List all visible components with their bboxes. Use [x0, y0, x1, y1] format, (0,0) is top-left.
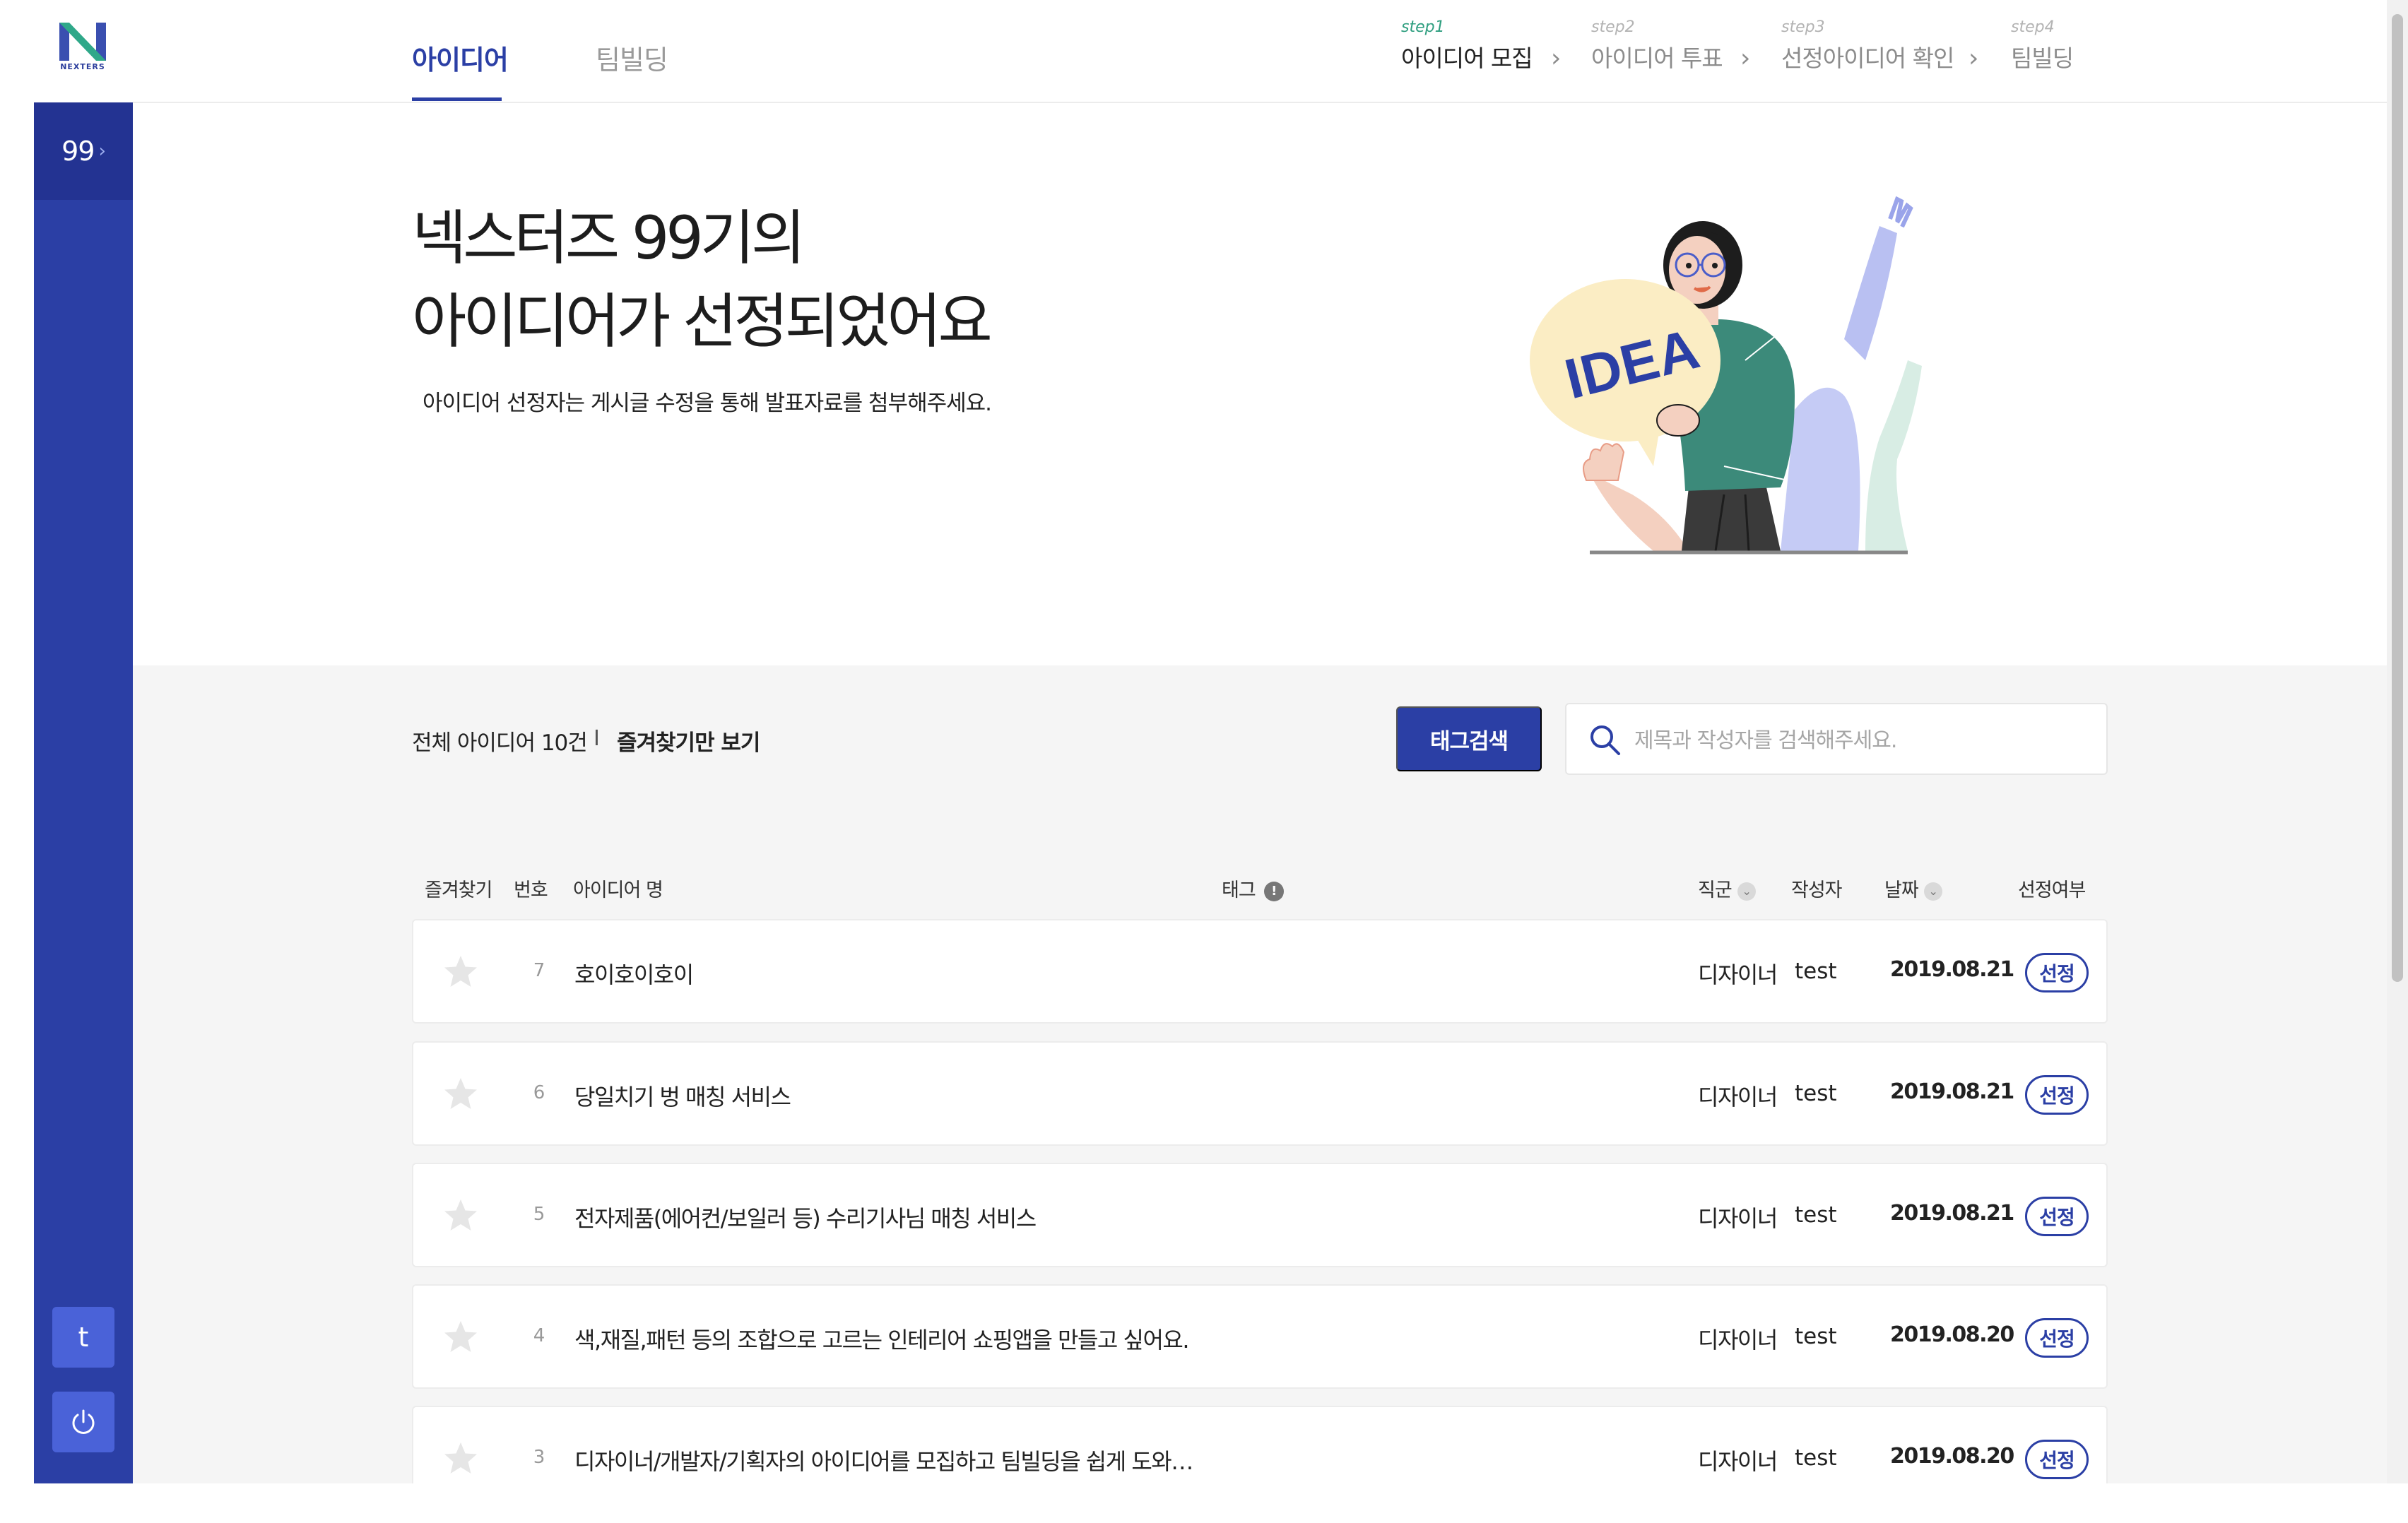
selected-badge: 선정: [2025, 1440, 2089, 1479]
row-number: 4: [533, 1325, 545, 1346]
logout-button[interactable]: [52, 1392, 114, 1452]
generation-selector[interactable]: 99 ›: [34, 102, 133, 200]
star-icon[interactable]: [442, 1318, 480, 1356]
row-author: test: [1795, 1081, 1837, 1106]
header-role[interactable]: 직군 ⌄: [1698, 875, 1756, 902]
active-tab-indicator: [412, 97, 502, 101]
header-divider: [133, 102, 2387, 103]
filter-separator: I: [594, 726, 600, 751]
step-name: 아이디어 모집: [1401, 45, 1533, 72]
step-number: step2: [1591, 18, 1635, 36]
row-author: test: [1795, 1202, 1837, 1228]
row-author: test: [1795, 1445, 1837, 1471]
row-date: 2019.08.20: [1890, 1444, 2014, 1469]
row-date: 2019.08.21: [1890, 1201, 2014, 1226]
favorites-only-filter[interactable]: 즐겨찾기만 보기: [617, 725, 760, 757]
row-title[interactable]: 당일치기 벙 매칭 서비스: [574, 1079, 791, 1112]
chevron-right-icon: ›: [1740, 44, 1751, 73]
header-date[interactable]: 날짜 ⌄: [1884, 875, 1942, 902]
row-role: 디자이너: [1698, 1448, 1778, 1475]
idea-illustration: IDEA: [1530, 196, 1922, 555]
nexters-logo[interactable]: NEXTERS: [57, 21, 109, 75]
header-date-label: 날짜: [1884, 879, 1919, 901]
header-selected: 선정여부: [2018, 879, 2086, 901]
row-number: 7: [533, 960, 545, 981]
header-number: 번호: [514, 879, 548, 901]
step-idea-collection: step1 아이디어 모집: [1401, 18, 1533, 73]
page-bottom: [0, 1483, 2408, 1523]
page-subtitle: 아이디어 선정자는 게시글 수정을 통해 발표자료를 첨부해주세요.: [423, 391, 992, 416]
row-title[interactable]: 디자이너/개발자/기획자의 아이디어를 모집하고 팀빌딩을 쉽게 도와…: [574, 1444, 1193, 1476]
title-line-1: 넥스터즈 99기의: [412, 203, 805, 273]
row-title[interactable]: 색,재질,패턴 등의 조합으로 고르는 인테리어 쇼핑앱을 만들고 싶어요.: [574, 1322, 1190, 1355]
tab-team-building[interactable]: 팀빌딩: [596, 38, 668, 77]
title-line-2: 아이디어가 선정되었어요: [412, 287, 993, 356]
star-icon[interactable]: [442, 1197, 480, 1235]
total-ideas-count: 전체 아이디어 10건: [412, 730, 588, 756]
chevron-right-icon: ›: [1551, 44, 1562, 73]
selected-badge: 선정: [2025, 1197, 2089, 1236]
search-box: [1565, 703, 2108, 775]
selected-badge: 선정: [2025, 1318, 2089, 1358]
table-row[interactable]: 4 색,재질,패턴 등의 조합으로 고르는 인테리어 쇼핑앱을 만들고 싶어요.…: [412, 1284, 2108, 1389]
user-avatar-button[interactable]: t: [52, 1307, 114, 1368]
header-favorite: 즐겨찾기: [425, 879, 492, 901]
info-icon[interactable]: !: [1263, 881, 1284, 901]
row-author: test: [1795, 959, 1837, 984]
generation-label: 99: [61, 136, 95, 167]
power-icon: [72, 1409, 95, 1434]
row-date: 2019.08.21: [1890, 1079, 2014, 1104]
selected-badge: 선정: [2025, 1075, 2089, 1115]
step-number: step3: [1781, 18, 1825, 36]
row-role: 디자이너: [1698, 1327, 1778, 1353]
header-author: 작성자: [1791, 879, 1843, 901]
row-role: 디자이너: [1698, 961, 1778, 988]
sidebar: 99 › t: [34, 102, 133, 1483]
step-name: 팀빌딩: [2011, 45, 2074, 72]
table-row[interactable]: 6 당일치기 벙 매칭 서비스 디자이너 test 2019.08.21 선정: [412, 1041, 2108, 1146]
page-title: 넥스터즈 99기의 아이디어가 선정되었어요: [412, 196, 993, 363]
logo-wordmark: NEXTERS: [60, 62, 105, 71]
step-name: 선정아이디어 확인: [1781, 45, 1954, 72]
row-title[interactable]: 전자제품(에어컨/보일러 등) 수리기사님 매칭 서비스: [574, 1201, 1037, 1233]
row-date: 2019.08.20: [1890, 1322, 2014, 1347]
row-number: 3: [533, 1447, 545, 1468]
step-number: step4: [2011, 18, 2055, 36]
step-name: 아이디어 투표: [1591, 45, 1723, 72]
header-idea-name: 아이디어 명: [573, 879, 663, 901]
row-number: 6: [533, 1082, 545, 1103]
star-icon[interactable]: [442, 1440, 480, 1478]
row-date: 2019.08.21: [1890, 957, 2014, 982]
step-selected-ideas: step3 선정아이디어 확인: [1781, 18, 1954, 73]
tab-idea[interactable]: 아이디어: [412, 38, 509, 77]
header-role-label: 직군: [1698, 879, 1733, 901]
chevron-down-icon[interactable]: ⌄: [1737, 882, 1756, 901]
scrollbar-thumb[interactable]: [2392, 14, 2403, 982]
row-title[interactable]: 호이호이호이: [574, 957, 694, 990]
logo-mark-icon: [59, 23, 106, 61]
row-role: 디자이너: [1698, 1205, 1778, 1232]
search-icon[interactable]: [1588, 723, 1623, 758]
step-team-building: step4 팀빌딩: [2011, 18, 2074, 73]
table-row[interactable]: 5 전자제품(에어컨/보일러 등) 수리기사님 매칭 서비스 디자이너 test…: [412, 1163, 2108, 1267]
chevron-right-icon: ›: [98, 141, 105, 162]
header-tag: 태그!: [1222, 875, 1284, 902]
chevron-right-icon: ›: [1969, 44, 1979, 73]
step-idea-vote: step2 아이디어 투표: [1591, 18, 1723, 73]
step-number: step1: [1401, 18, 1445, 36]
chevron-down-icon[interactable]: ⌄: [1923, 882, 1942, 901]
table-row[interactable]: 7 호이호이호이 디자이너 test 2019.08.21 선정: [412, 919, 2108, 1024]
selected-badge: 선정: [2025, 953, 2089, 992]
star-icon[interactable]: [442, 953, 480, 991]
row-author: test: [1795, 1324, 1837, 1349]
header-tag-label: 태그: [1222, 879, 1256, 901]
user-initial: t: [78, 1322, 89, 1353]
star-icon[interactable]: [442, 1075, 480, 1113]
tag-search-button[interactable]: 태그검색: [1396, 706, 1542, 771]
search-input[interactable]: [1634, 723, 2087, 758]
row-number: 5: [533, 1204, 545, 1225]
row-role: 디자이너: [1698, 1084, 1778, 1110]
